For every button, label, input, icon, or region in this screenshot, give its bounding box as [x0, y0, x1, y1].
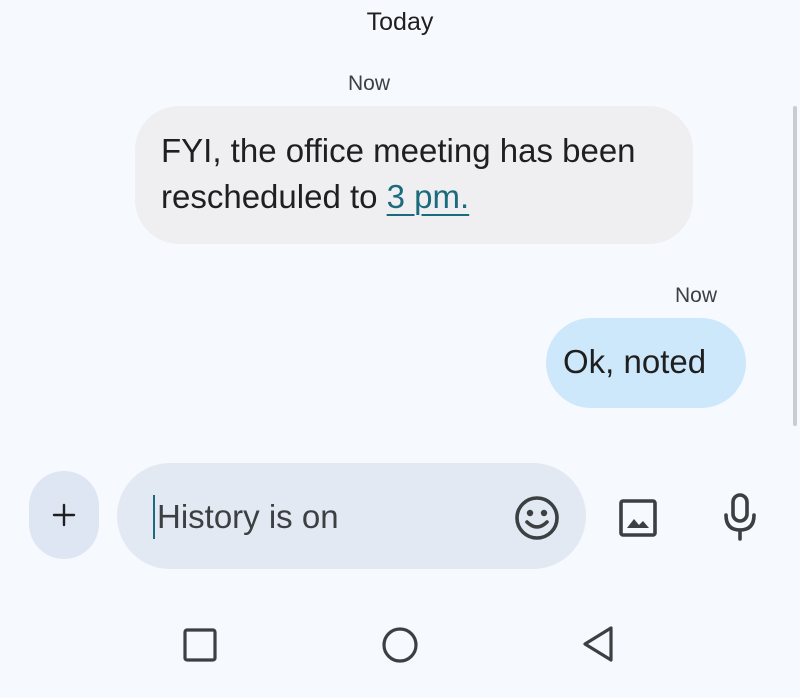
recents-icon [183, 628, 217, 662]
home-icon [382, 627, 418, 663]
text-cursor [153, 495, 155, 539]
image-icon [619, 499, 657, 537]
date-divider: Today [366, 8, 434, 36]
message-timestamp-incoming: Now [348, 72, 391, 95]
scrollbar[interactable] [793, 106, 797, 426]
plus-icon [52, 503, 76, 527]
emoji-icon [515, 496, 559, 540]
message-timestamp-outgoing: Now [675, 284, 718, 307]
voice-button[interactable] [720, 492, 760, 542]
message-input[interactable] [157, 492, 477, 542]
back-icon [583, 626, 613, 662]
add-attachment-button[interactable] [29, 471, 99, 559]
microphone-icon [724, 493, 756, 541]
time-link[interactable]: 3 pm. [387, 178, 470, 215]
gallery-button[interactable] [616, 496, 660, 540]
emoji-button[interactable] [513, 494, 561, 542]
nav-back-button[interactable] [580, 624, 616, 664]
outgoing-message-bubble[interactable]: Ok, noted [546, 318, 746, 408]
outgoing-message-text: Ok, noted [563, 343, 707, 380]
nav-recents-button[interactable] [181, 626, 219, 664]
nav-home-button[interactable] [380, 625, 420, 665]
incoming-message-bubble[interactable]: FYI, the office meeting has been resched… [135, 106, 693, 244]
